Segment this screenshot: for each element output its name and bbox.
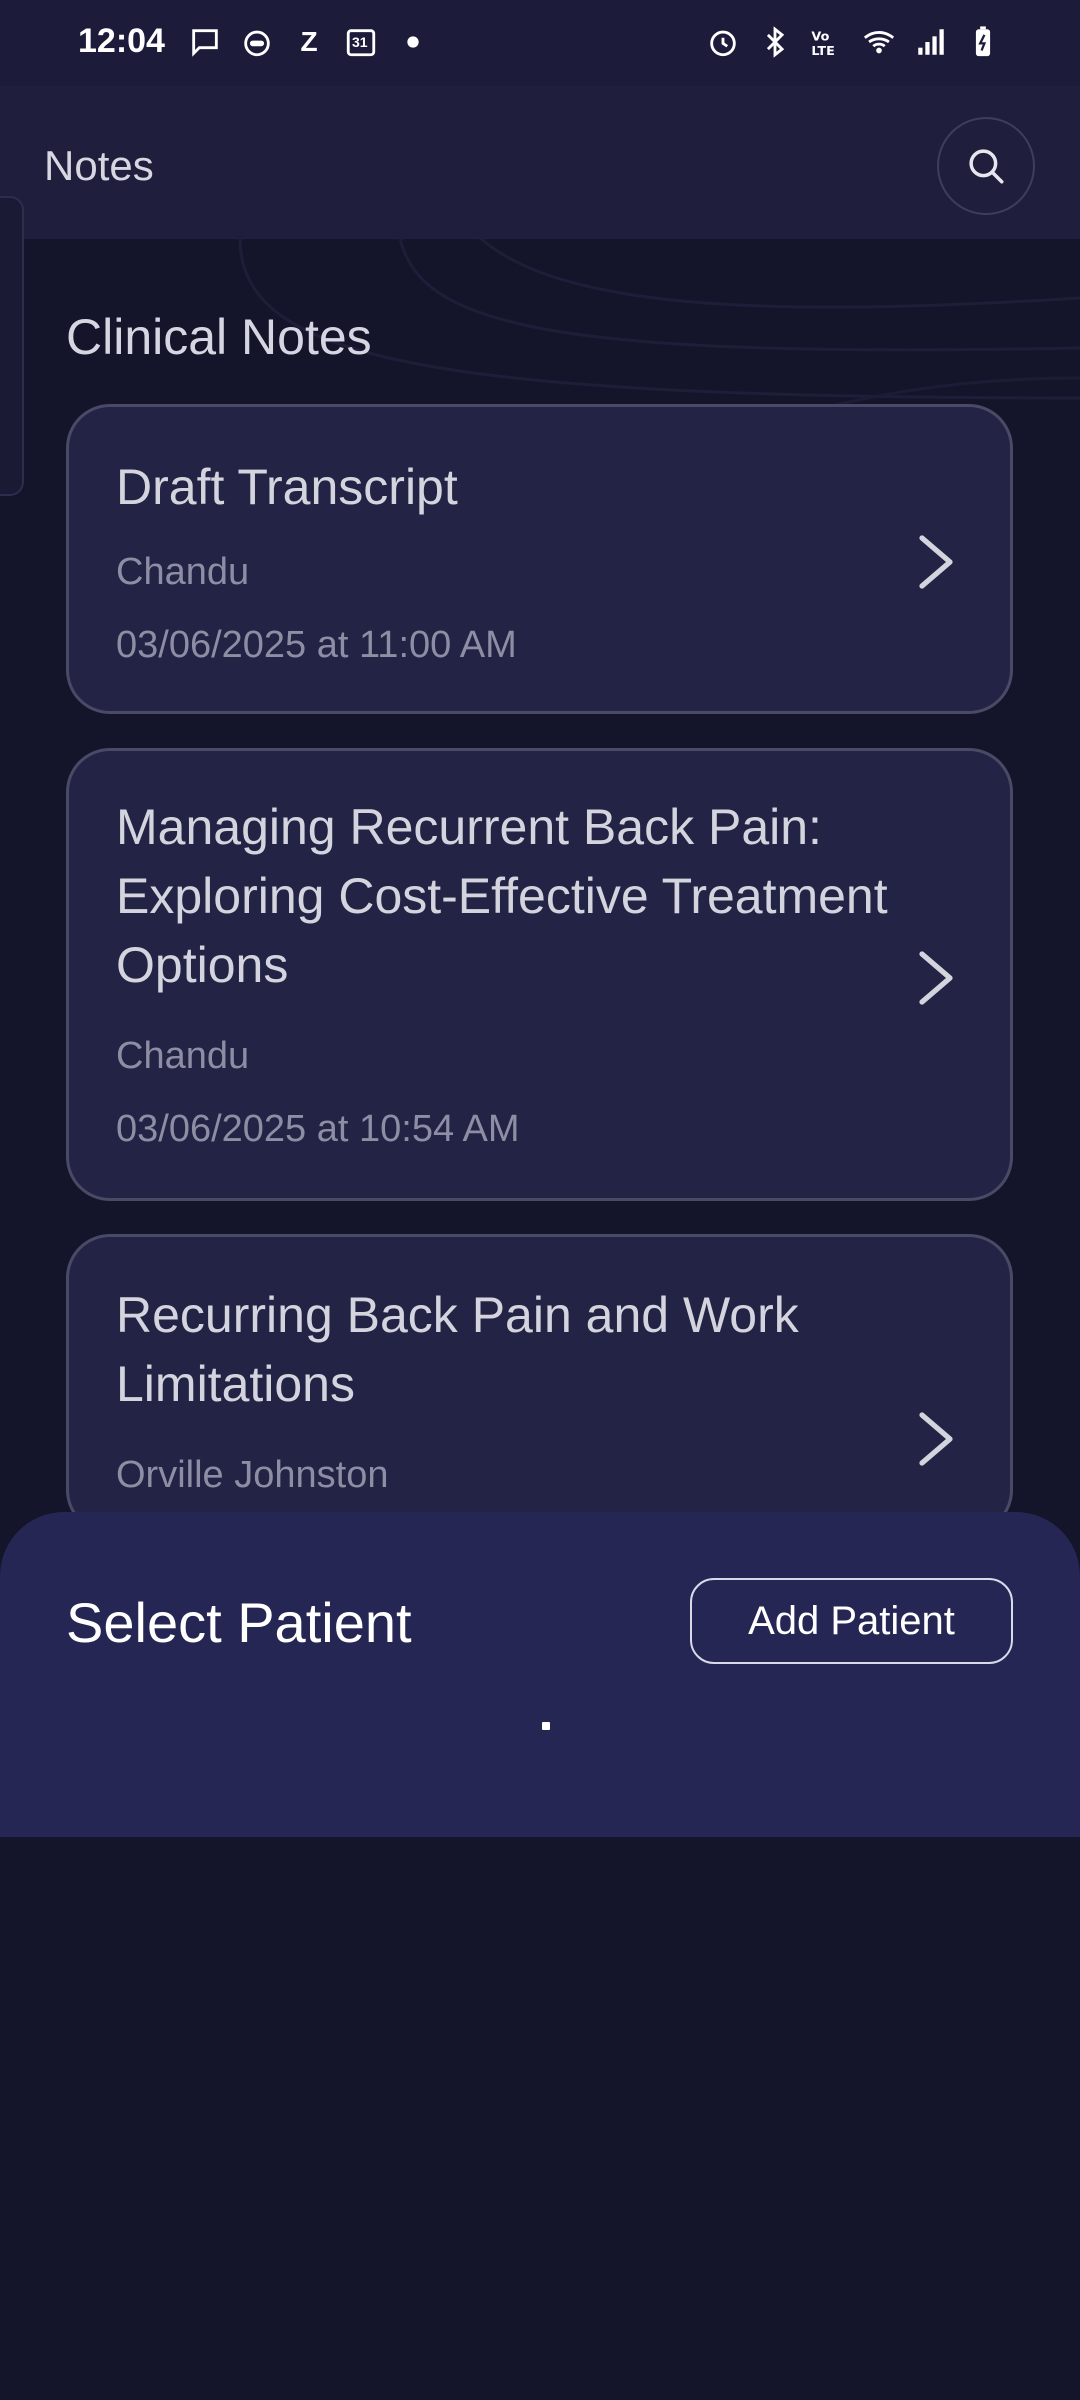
section-title: Clinical Notes	[66, 309, 372, 365]
select-patient-sheet: Select Patient Add Patient	[0, 1512, 1080, 1837]
note-date: 03/06/2025 at 10:54 AM	[116, 1108, 520, 1150]
calendar-day-label: 31	[352, 34, 368, 50]
note-title: Draft Transcript	[116, 459, 458, 515]
note-card[interactable]: Managing Recurrent Back Pain: Exploring …	[66, 748, 1013, 1201]
status-right-icons: Vo LTE	[706, 24, 1000, 60]
chevron-right-icon	[919, 535, 953, 589]
alarm-icon	[706, 24, 740, 60]
note-patient: Chandu	[116, 1035, 250, 1077]
side-drawer-handle[interactable]	[0, 196, 24, 496]
chevron-right-icon	[919, 951, 953, 1005]
signal-icon	[914, 24, 948, 60]
svg-text:LTE: LTE	[811, 44, 834, 59]
loading-indicator	[542, 1722, 550, 1730]
page-title: Notes	[44, 142, 154, 189]
bluetooth-icon	[758, 24, 792, 60]
search-icon	[969, 149, 1004, 184]
note-card[interactable]: Draft Transcript Chandu 03/06/2025 at 11…	[66, 404, 1013, 714]
volte-icon: Vo LTE	[810, 24, 844, 60]
message-icon	[188, 24, 222, 60]
status-time: 12:04	[78, 22, 165, 60]
z-icon: Z	[300, 26, 318, 57]
app-header: Notes	[0, 86, 1080, 239]
svg-text:Vo: Vo	[811, 30, 829, 45]
add-patient-button[interactable]: Add Patient	[690, 1578, 1013, 1664]
note-title: Managing Recurrent Back Pain: Exploring …	[116, 799, 888, 993]
battery-icon	[966, 24, 1000, 60]
chevron-right-icon	[919, 1412, 953, 1466]
note-date: 03/06/2025 at 11:00 AM	[116, 624, 517, 666]
chatbot-icon	[240, 24, 274, 60]
search-button[interactable]	[937, 117, 1035, 215]
note-patient: Orville Johnston	[116, 1454, 389, 1496]
dot-icon	[396, 24, 430, 60]
status-left-icons: Z 31	[188, 24, 430, 60]
note-card[interactable]: Recurring Back Pain and Work Limitations…	[66, 1234, 1013, 1534]
status-bar: 12:04 Z 31 Vo LTE	[0, 0, 1080, 86]
note-title: Recurring Back Pain and Work Limitations	[116, 1287, 799, 1412]
sheet-title: Select Patient	[66, 1591, 412, 1654]
note-patient: Chandu	[116, 551, 250, 593]
calendar-icon: 31	[344, 24, 378, 60]
wifi-icon	[862, 24, 896, 60]
